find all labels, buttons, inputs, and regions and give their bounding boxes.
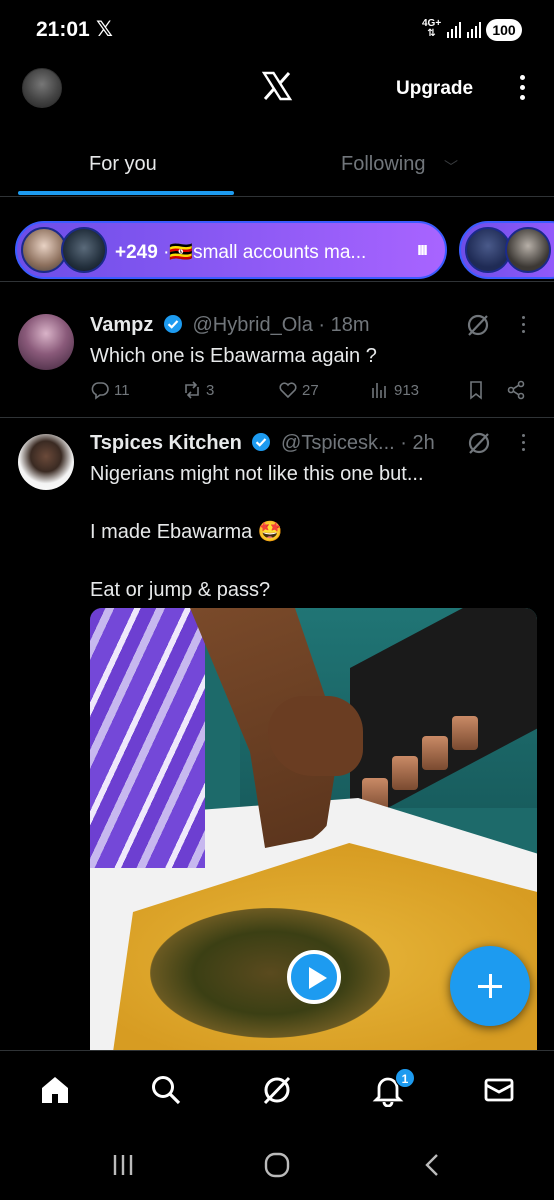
post-text-line <box>90 489 424 518</box>
verified-badge-icon <box>163 315 182 333</box>
search-icon[interactable] <box>149 1073 183 1107</box>
x-logo-icon[interactable] <box>261 70 293 102</box>
repost-icon <box>185 381 199 399</box>
author-avatar[interactable] <box>18 314 74 370</box>
timeline-tabs: For you Following ﹀ <box>0 135 554 197</box>
post[interactable]: Vampz @Hybrid_Ola · 18m Which one is Eba… <box>0 300 554 418</box>
community-pill-label: +249 ·🇺🇬small accounts ma... <box>115 240 366 264</box>
top-app-bar: Upgrade <box>0 60 554 120</box>
post-text: Nigerians might not like this one but...… <box>90 460 424 605</box>
signal-icon-2 <box>467 22 481 38</box>
x-status-icon: 𝕏 <box>96 18 113 41</box>
community-pill-2[interactable] <box>459 221 554 279</box>
upgrade-button[interactable]: Upgrade <box>396 78 473 100</box>
post-header: Vampz @Hybrid_Ola · 18m <box>90 314 370 337</box>
verified-badge-icon <box>252 433 271 451</box>
post-text-line: Nigerians might not like this one but... <box>90 463 424 485</box>
post-text: Which one is Ebawarma again ? <box>90 345 377 367</box>
like-button[interactable]: 27 <box>278 380 319 400</box>
heart-icon <box>279 382 297 399</box>
repost-count: 3 <box>206 381 215 399</box>
signal-icon <box>447 22 461 38</box>
video-frame-filling <box>150 908 390 1038</box>
compose-button[interactable] <box>450 946 530 1026</box>
tab-following[interactable]: Following <box>341 153 425 176</box>
video-frame-knob <box>392 756 418 790</box>
community-name: small accounts ma... <box>193 242 367 263</box>
post-more-icon[interactable] <box>518 434 528 458</box>
home-icon[interactable] <box>38 1073 72 1107</box>
communities-row: +249 ·🇺🇬small accounts ma... ııı <box>0 218 554 282</box>
active-tab-indicator <box>18 191 234 195</box>
video-frame-hand <box>268 696 363 776</box>
video-frame-knob <box>422 736 448 770</box>
profile-avatar[interactable] <box>22 68 62 108</box>
status-time: 21:01 <box>36 18 90 41</box>
reply-icon <box>91 382 109 400</box>
view-count: 913 <box>394 381 420 399</box>
battery-indicator: 100 <box>486 19 522 41</box>
author-avatar[interactable] <box>18 434 74 490</box>
post-time: · 18m <box>318 314 370 336</box>
repost-button[interactable]: 3 <box>182 380 214 400</box>
community-avatar <box>61 227 107 273</box>
post-text-line: I made Ebawarma 🤩 <box>90 521 283 543</box>
notifications-badge: 1 <box>395 1068 415 1088</box>
video-frame-shirt <box>90 608 205 868</box>
like-count: 27 <box>302 381 319 399</box>
chevron-down-icon[interactable]: ﹀ <box>444 157 458 177</box>
post-text-line <box>90 547 424 576</box>
home-circle-icon[interactable] <box>264 1152 290 1178</box>
post-more-icon[interactable] <box>518 316 528 340</box>
flag-emoji: 🇺🇬 <box>169 242 194 263</box>
grok-icon[interactable] <box>465 312 491 338</box>
community-member-count: +249 <box>115 242 158 263</box>
bottom-navigation: 1 <box>0 1050 554 1130</box>
more-options-icon[interactable] <box>512 72 532 106</box>
activity-dots-icon: ııı <box>417 239 428 259</box>
author-handle[interactable]: @Tspicesk... <box>281 432 395 454</box>
post-actions: 11 3 27 913 <box>90 380 536 404</box>
recent-apps-icon[interactable] <box>110 1152 136 1178</box>
network-type: 4G+ ⇅ <box>422 18 442 39</box>
community-pill[interactable]: +249 ·🇺🇬small accounts ma... ııı <box>15 221 447 279</box>
post-text-line: Eat or jump & pass? <box>90 579 271 601</box>
system-navigation-bar <box>0 1130 554 1200</box>
tab-for-you[interactable]: For you <box>89 153 157 176</box>
bookmark-icon[interactable] <box>466 380 486 400</box>
post-time: · 2h <box>400 432 435 454</box>
views-icon <box>372 383 386 398</box>
grok-icon[interactable] <box>260 1073 294 1107</box>
back-icon[interactable] <box>420 1152 446 1178</box>
reply-count: 11 <box>114 381 130 399</box>
messages-mail-icon[interactable] <box>482 1073 516 1107</box>
share-icon[interactable] <box>506 380 526 400</box>
play-icon[interactable] <box>287 950 341 1004</box>
video-frame-knob <box>452 716 478 750</box>
reply-button[interactable]: 11 <box>90 380 130 400</box>
community-avatar <box>505 227 551 273</box>
author-handle[interactable]: @Hybrid_Ola <box>192 314 312 336</box>
views-button[interactable]: 913 <box>370 380 419 400</box>
author-name[interactable]: Tspices Kitchen <box>90 432 242 454</box>
post-header: Tspices Kitchen @Tspicesk... · 2h <box>90 432 435 455</box>
status-bar: 21:01 𝕏 4G+ ⇅ 100 <box>0 0 554 60</box>
grok-icon[interactable] <box>466 430 492 456</box>
author-name[interactable]: Vampz <box>90 314 153 336</box>
